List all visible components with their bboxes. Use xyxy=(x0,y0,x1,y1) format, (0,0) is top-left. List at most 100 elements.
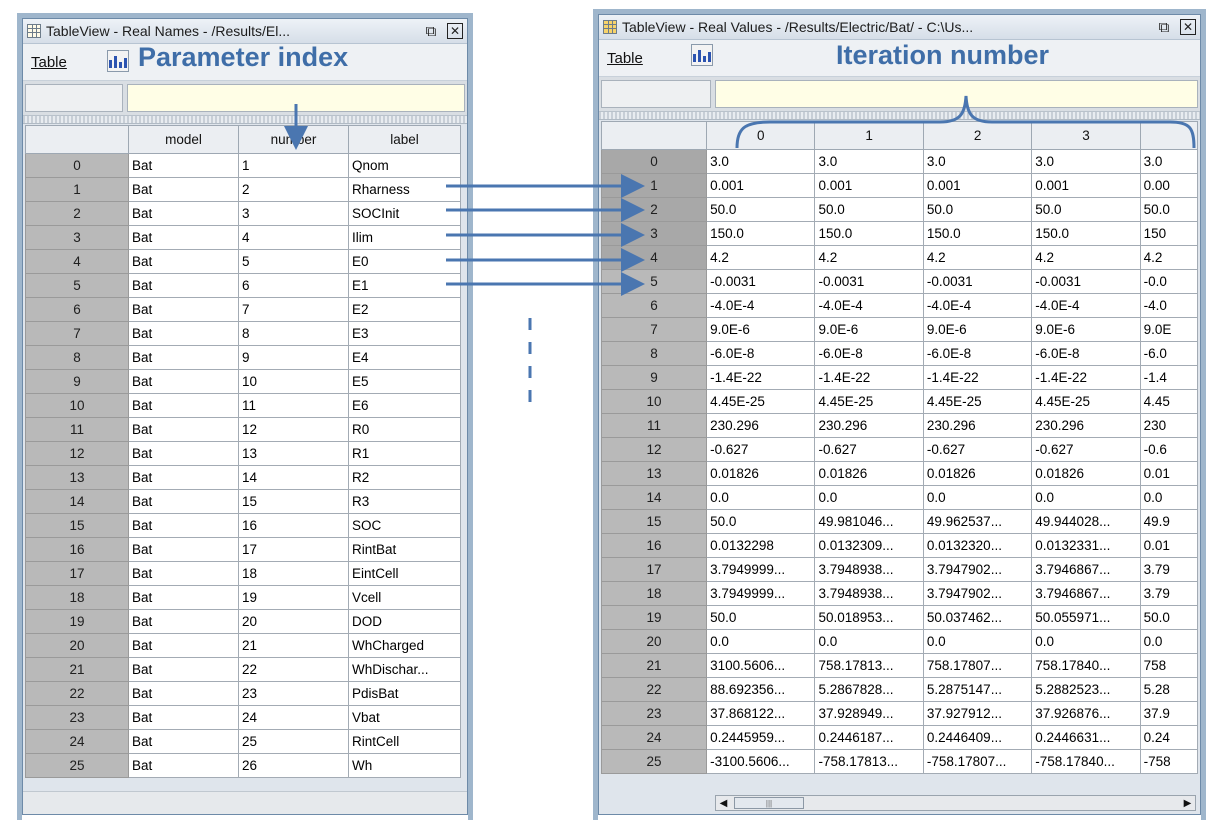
table-cell[interactable]: Bat xyxy=(128,249,239,274)
table-cell[interactable]: 758.17807... xyxy=(922,653,1033,678)
table-row[interactable]: 21 Bat 22 WhDischar... xyxy=(25,657,461,682)
row-header[interactable]: 17 xyxy=(25,561,129,586)
table-cell[interactable]: 230.296 xyxy=(1031,413,1141,438)
table-cell[interactable]: 50.0 xyxy=(814,197,924,222)
table-cell[interactable]: 25 xyxy=(238,729,349,754)
table-cell[interactable]: WhCharged xyxy=(348,633,461,658)
table-cell[interactable]: Vcell xyxy=(348,585,461,610)
table-row[interactable]: 8 -6.0E-8 -6.0E-8 -6.0E-8 -6.0E-8 -6.0 xyxy=(601,341,1198,366)
table-cell[interactable]: Bat xyxy=(128,201,239,226)
table-row[interactable]: 15 Bat 16 SOC xyxy=(25,513,461,538)
row-header[interactable]: 16 xyxy=(25,537,129,562)
table-cell[interactable]: -758 xyxy=(1139,749,1198,774)
row-header[interactable]: 23 xyxy=(25,705,129,730)
table-cell[interactable]: 15 xyxy=(238,489,349,514)
table-cell[interactable]: 4.45E-25 xyxy=(922,389,1033,414)
bar-chart-icon[interactable] xyxy=(691,44,713,66)
table-cell[interactable]: E5 xyxy=(348,369,461,394)
table-cell[interactable]: 49.962537... xyxy=(922,509,1033,534)
column-header[interactable]: label xyxy=(348,125,461,154)
row-header[interactable]: 14 xyxy=(601,485,708,510)
row-header[interactable]: 1 xyxy=(601,173,708,198)
row-header[interactable]: 2 xyxy=(25,201,129,226)
table-cell[interactable]: Bat xyxy=(128,417,239,442)
table-cell[interactable]: 3.7946867... xyxy=(1031,581,1141,606)
table-cell[interactable]: -4.0E-4 xyxy=(922,293,1033,318)
table-cell[interactable]: R3 xyxy=(348,489,461,514)
row-header[interactable]: 19 xyxy=(25,609,129,634)
table-cell[interactable]: RintCell xyxy=(348,729,461,754)
table-cell[interactable]: 7 xyxy=(238,297,349,322)
table-row[interactable]: 23 37.868122... 37.928949... 37.927912... 37… xyxy=(601,701,1198,726)
table-cell[interactable]: 5.28 xyxy=(1139,677,1198,702)
row-header[interactable]: 13 xyxy=(601,461,708,486)
row-header[interactable]: 15 xyxy=(25,513,129,538)
table-cell[interactable]: -6.0E-8 xyxy=(706,341,816,366)
table-cell[interactable]: -4.0 xyxy=(1139,293,1198,318)
table-cell[interactable]: 9.0E xyxy=(1139,317,1198,342)
right-titlebar[interactable]: TableView - Real Values - /Results/Elect… xyxy=(599,15,1200,40)
table-cell[interactable]: Bat xyxy=(128,633,239,658)
table-cell[interactable]: 22 xyxy=(238,657,349,682)
table-row[interactable]: 4 Bat 5 E0 xyxy=(25,249,461,274)
undock-icon[interactable]: ⧉ xyxy=(1156,19,1172,35)
row-header[interactable]: 20 xyxy=(601,629,708,654)
table-cell[interactable]: 19 xyxy=(238,585,349,610)
row-header[interactable]: 6 xyxy=(25,297,129,322)
table-cell[interactable]: 9.0E-6 xyxy=(814,317,924,342)
scroll-thumb[interactable]: ||| xyxy=(734,797,804,809)
table-row[interactable]: 23 Bat 24 Vbat xyxy=(25,705,461,730)
row-header[interactable]: 11 xyxy=(25,417,129,442)
table-cell[interactable]: E6 xyxy=(348,393,461,418)
table-cell[interactable]: E2 xyxy=(348,297,461,322)
table-cell[interactable]: 150.0 xyxy=(1031,221,1141,246)
table-cell[interactable]: -0.627 xyxy=(922,437,1033,462)
table-row[interactable]: 7 9.0E-6 9.0E-6 9.0E-6 9.0E-6 9.0E xyxy=(601,317,1198,342)
table-cell[interactable]: 2 xyxy=(238,177,349,202)
table-row[interactable]: 13 Bat 14 R2 xyxy=(25,465,461,490)
table-cell[interactable]: 0.00 xyxy=(1139,173,1198,198)
table-cell[interactable]: Bat xyxy=(128,489,239,514)
table-row[interactable]: 19 50.0 50.018953... 50.037462... 50.055971.… xyxy=(601,605,1198,630)
table-cell[interactable]: Bat xyxy=(128,609,239,634)
table-cell[interactable]: Bat xyxy=(128,537,239,562)
table-row[interactable]: 25 -3100.5606... -758.17813... -758.17807..… xyxy=(601,749,1198,774)
row-header[interactable]: 3 xyxy=(25,225,129,250)
table-row[interactable]: 17 3.7949999... 3.7948938... 3.7947902... 3.… xyxy=(601,557,1198,582)
table-cell[interactable]: 49.981046... xyxy=(814,509,924,534)
table-cell[interactable]: 50.0 xyxy=(1031,197,1141,222)
table-cell[interactable]: 4 xyxy=(238,225,349,250)
table-cell[interactable]: 0.001 xyxy=(922,173,1033,198)
right-filter-input[interactable] xyxy=(715,80,1198,108)
table-cell[interactable]: 0.0 xyxy=(922,485,1033,510)
table-cell[interactable]: Bat xyxy=(128,441,239,466)
table-cell[interactable]: 0.0132298 xyxy=(706,533,816,558)
table-cell[interactable]: 10 xyxy=(238,369,349,394)
table-cell[interactable]: EintCell xyxy=(348,561,461,586)
undock-icon[interactable]: ⧉ xyxy=(423,23,439,39)
table-cell[interactable]: 0.0 xyxy=(814,629,924,654)
table-cell[interactable]: 37.927912... xyxy=(922,701,1033,726)
table-cell[interactable]: 0.2446409... xyxy=(922,725,1033,750)
table-cell[interactable]: -758.17813... xyxy=(814,749,924,774)
table-cell[interactable]: 4.45E-25 xyxy=(706,389,816,414)
table-row[interactable]: 20 Bat 21 WhCharged xyxy=(25,633,461,658)
table-cell[interactable]: Bat xyxy=(128,177,239,202)
table-cell[interactable]: 150.0 xyxy=(706,221,816,246)
table-cell[interactable]: 11 xyxy=(238,393,349,418)
table-cell[interactable]: 14 xyxy=(238,465,349,490)
table-cell[interactable]: -758.17840... xyxy=(1031,749,1141,774)
table-cell[interactable]: Bat xyxy=(128,729,239,754)
table-cell[interactable]: 758.17813... xyxy=(814,653,924,678)
table-row[interactable]: 13 0.01826 0.01826 0.01826 0.01826 0.01 xyxy=(601,461,1198,486)
table-cell[interactable]: Ilim xyxy=(348,225,461,250)
column-header[interactable]: model xyxy=(128,125,239,154)
table-cell[interactable]: -0.0031 xyxy=(814,269,924,294)
row-header[interactable]: 10 xyxy=(25,393,129,418)
table-cell[interactable]: 0.0 xyxy=(706,629,816,654)
table-row[interactable]: 5 Bat 6 E1 xyxy=(25,273,461,298)
table-row[interactable]: 11 Bat 12 R0 xyxy=(25,417,461,442)
table-cell[interactable]: 50.0 xyxy=(706,605,816,630)
row-header[interactable]: 18 xyxy=(601,581,708,606)
table-cell[interactable]: 0.001 xyxy=(706,173,816,198)
